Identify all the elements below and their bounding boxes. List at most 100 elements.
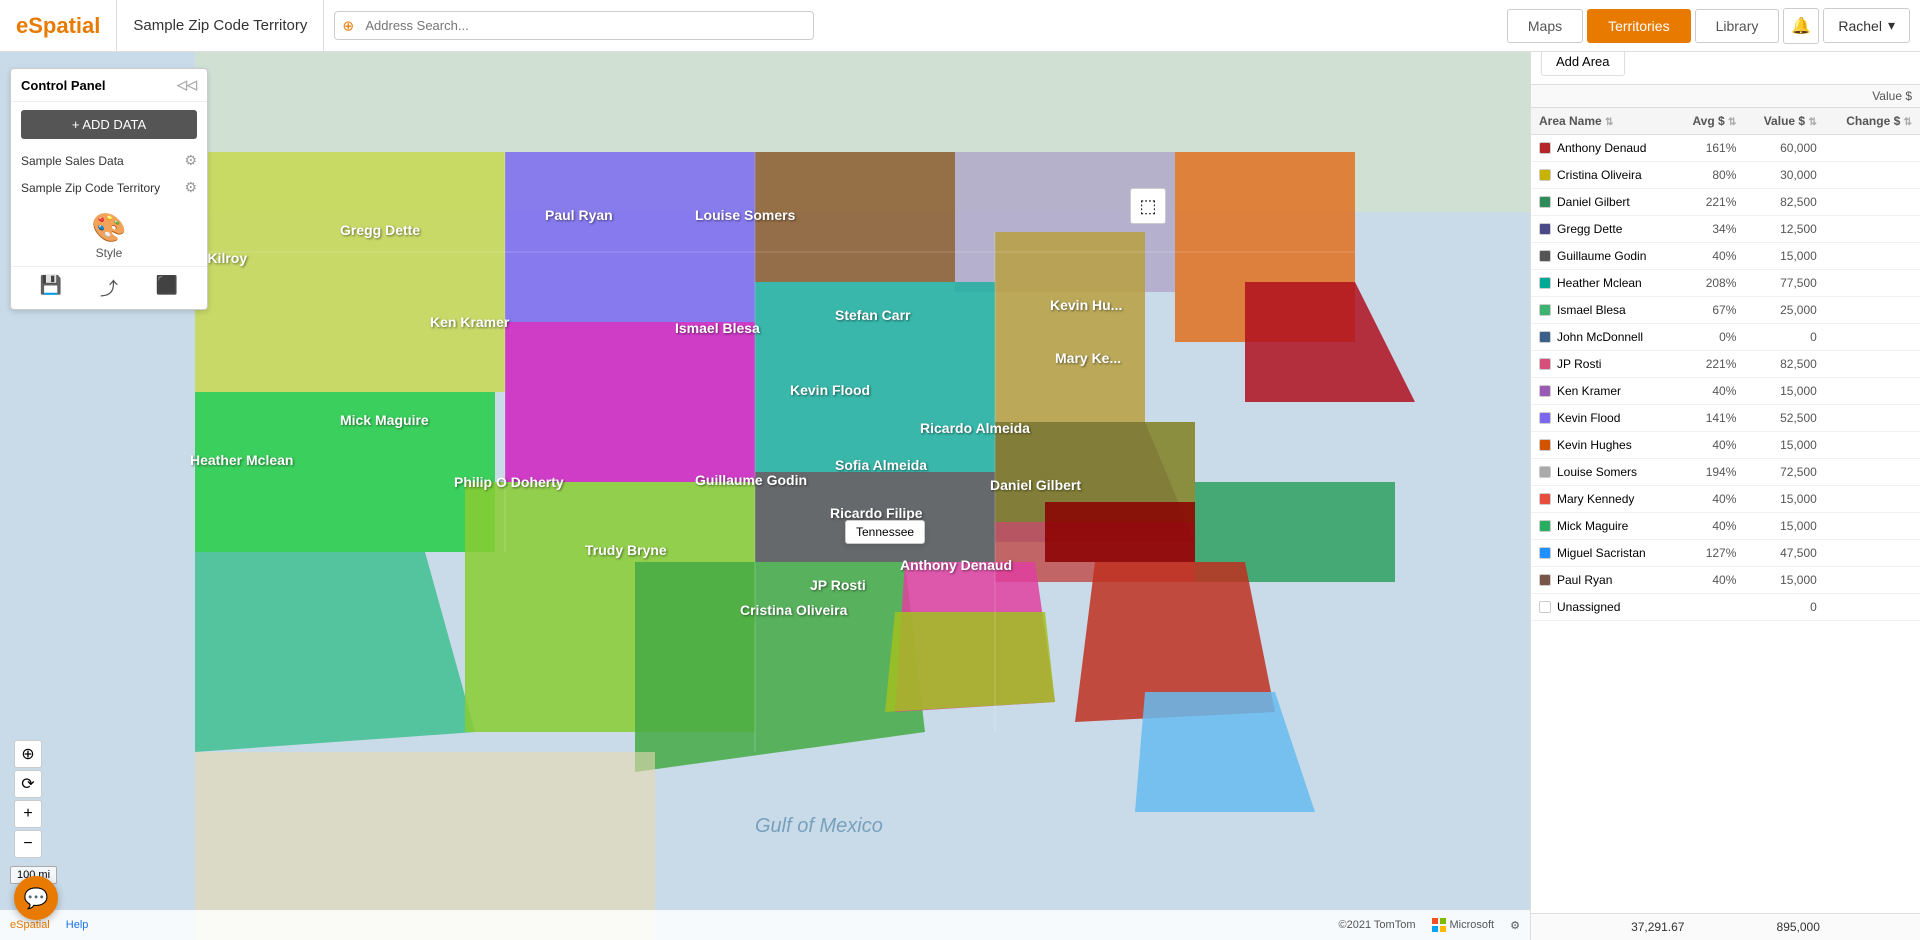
area-name-cell: JP Rosti bbox=[1531, 351, 1675, 378]
area-name-cell: John McDonnell bbox=[1531, 324, 1675, 351]
zoom-rotate-button[interactable]: ⟳ bbox=[14, 770, 42, 798]
table-row[interactable]: Cristina Oliveira80%30,000 bbox=[1531, 162, 1920, 189]
panel-bottom-icons: 💾 ⤴ ⬛ bbox=[11, 266, 207, 309]
area-change-cell bbox=[1825, 162, 1920, 189]
area-value-cell: 25,000 bbox=[1744, 297, 1824, 324]
settings-icon[interactable]: ⚙ bbox=[1510, 919, 1520, 932]
area-value-cell: 72,500 bbox=[1744, 459, 1824, 486]
area-change-cell bbox=[1825, 513, 1920, 540]
area-name-cell: Ismael Blesa bbox=[1531, 297, 1675, 324]
notification-bell-button[interactable]: 🔔 bbox=[1783, 8, 1819, 44]
zoom-out-button[interactable]: − bbox=[14, 830, 42, 858]
area-value-cell: 15,000 bbox=[1744, 243, 1824, 270]
zoom-in-icon: + bbox=[23, 805, 32, 823]
area-avg-cell: 40% bbox=[1675, 432, 1745, 459]
share-map-icon[interactable]: ⤴ bbox=[100, 275, 118, 301]
search-input[interactable] bbox=[334, 11, 814, 40]
sort-value-icon: ⇅ bbox=[1808, 117, 1816, 128]
sort-change-icon: ⇅ bbox=[1904, 117, 1912, 128]
table-row[interactable]: Miguel Sacristan127%47,500 bbox=[1531, 540, 1920, 567]
area-avg-cell: 40% bbox=[1675, 567, 1745, 594]
area-name-cell: Paul Ryan bbox=[1531, 567, 1675, 594]
layer-sample-sales-settings-icon[interactable]: ⚙ bbox=[184, 152, 197, 169]
table-row[interactable]: Unassigned0 bbox=[1531, 594, 1920, 621]
col-change[interactable]: Change $ ⇅ bbox=[1825, 108, 1920, 135]
area-avg-cell: 127% bbox=[1675, 540, 1745, 567]
area-change-cell bbox=[1825, 405, 1920, 432]
col-area-name[interactable]: Area Name ⇅ bbox=[1531, 108, 1675, 135]
table-row[interactable]: JP Rosti221%82,500 bbox=[1531, 351, 1920, 378]
user-name-label: Rachel bbox=[1838, 18, 1882, 34]
table-row[interactable]: Daniel Gilbert221%82,500 bbox=[1531, 189, 1920, 216]
layer-sample-zip-label: Sample Zip Code Territory bbox=[21, 181, 160, 195]
svg-text:Gulf of Mexico: Gulf of Mexico bbox=[755, 815, 883, 837]
layer-sample-zip-settings-icon[interactable]: ⚙ bbox=[184, 179, 197, 196]
col-value[interactable]: Value $ ⇅ bbox=[1744, 108, 1824, 135]
chevron-down-icon: ▾ bbox=[1888, 17, 1895, 34]
table-row[interactable]: Paul Ryan40%15,000 bbox=[1531, 567, 1920, 594]
table-row[interactable]: Kevin Flood141%52,500 bbox=[1531, 405, 1920, 432]
area-change-cell bbox=[1825, 135, 1920, 162]
areas-tbody: Anthony Denaud161%60,000Cristina Oliveir… bbox=[1531, 135, 1920, 621]
area-change-cell bbox=[1825, 216, 1920, 243]
style-label: Style bbox=[96, 246, 123, 260]
compass-icon: ⟳ bbox=[21, 774, 34, 794]
table-row[interactable]: Guillaume Godin40%15,000 bbox=[1531, 243, 1920, 270]
zoom-controls: ⊕ ⟳ + − bbox=[14, 740, 42, 860]
add-data-button[interactable]: + ADD DATA bbox=[21, 110, 197, 139]
area-value-cell: 15,000 bbox=[1744, 513, 1824, 540]
table-row[interactable]: Gregg Dette34%12,500 bbox=[1531, 216, 1920, 243]
table-row[interactable]: Ken Kramer40%15,000 bbox=[1531, 378, 1920, 405]
area-value-cell: 12,500 bbox=[1744, 216, 1824, 243]
export-map-icon[interactable]: ⬛ bbox=[156, 275, 178, 301]
table-row[interactable]: Mick Maguire40%15,000 bbox=[1531, 513, 1920, 540]
area-change-cell bbox=[1825, 459, 1920, 486]
area-change-cell bbox=[1825, 594, 1920, 621]
area-change-cell bbox=[1825, 351, 1920, 378]
territory-tooltip: Tennessee bbox=[845, 520, 925, 544]
area-change-cell bbox=[1825, 378, 1920, 405]
header-nav: Maps Territories Library 🔔 Rachel ▾ bbox=[1507, 8, 1920, 44]
footer-bar: eSpatial Help ©2021 TomTom Microsoft ⚙ bbox=[0, 910, 1530, 940]
user-menu-button[interactable]: Rachel ▾ bbox=[1823, 8, 1910, 43]
lasso-tool-button[interactable]: ⬚ bbox=[1130, 188, 1166, 224]
area-value-cell: 77,500 bbox=[1744, 270, 1824, 297]
help-footer-link[interactable]: Help bbox=[66, 919, 89, 931]
table-row[interactable]: Anthony Denaud161%60,000 bbox=[1531, 135, 1920, 162]
chat-button[interactable]: 💬 bbox=[14, 876, 58, 920]
zoom-out-icon: − bbox=[23, 835, 32, 853]
collapse-panel-icon[interactable]: ◁◁ bbox=[177, 77, 197, 93]
espatial-footer-link[interactable]: eSpatial bbox=[10, 919, 50, 931]
area-avg-cell: 67% bbox=[1675, 297, 1745, 324]
area-name-cell: Miguel Sacristan bbox=[1531, 540, 1675, 567]
logo[interactable]: eSpatial bbox=[0, 0, 117, 51]
zoom-in-button[interactable]: + bbox=[14, 800, 42, 828]
library-nav-button[interactable]: Library bbox=[1695, 9, 1780, 43]
territories-nav-button[interactable]: Territories bbox=[1587, 9, 1690, 43]
table-row[interactable]: Kevin Hughes40%15,000 bbox=[1531, 432, 1920, 459]
area-value-cell: 15,000 bbox=[1744, 432, 1824, 459]
sort-area-name-icon: ⇅ bbox=[1605, 117, 1613, 128]
table-row[interactable]: Ismael Blesa67%25,000 bbox=[1531, 297, 1920, 324]
table-row[interactable]: John McDonnell0%0 bbox=[1531, 324, 1920, 351]
area-avg-cell: 40% bbox=[1675, 513, 1745, 540]
table-row[interactable]: Louise Somers194%72,500 bbox=[1531, 459, 1920, 486]
area-change-cell bbox=[1825, 567, 1920, 594]
areas-table-wrap[interactable]: Value $ Area Name ⇅ Avg $ ⇅ Value $ ⇅ bbox=[1531, 85, 1920, 913]
header: eSpatial Sample Zip Code Territory Maps … bbox=[0, 0, 1920, 52]
maps-nav-button[interactable]: Maps bbox=[1507, 9, 1583, 43]
areas-table: Value $ Area Name ⇅ Avg $ ⇅ Value $ ⇅ bbox=[1531, 85, 1920, 621]
zoom-fit-button[interactable]: ⊕ bbox=[14, 740, 42, 768]
area-value-cell: 0 bbox=[1744, 594, 1824, 621]
save-map-icon[interactable]: 💾 bbox=[40, 275, 62, 301]
table-row[interactable]: Mary Kennedy40%15,000 bbox=[1531, 486, 1920, 513]
area-avg-cell bbox=[1675, 594, 1745, 621]
table-row[interactable]: Heather Mclean208%77,500 bbox=[1531, 270, 1920, 297]
area-name-cell: Mary Kennedy bbox=[1531, 486, 1675, 513]
microsoft-logo: Microsoft bbox=[1432, 918, 1495, 932]
area-name-cell: Mick Maguire bbox=[1531, 513, 1675, 540]
sort-avg-icon: ⇅ bbox=[1728, 117, 1736, 128]
area-change-cell bbox=[1825, 270, 1920, 297]
col-avg[interactable]: Avg $ ⇅ bbox=[1675, 108, 1745, 135]
zoom-fit-icon: ⊕ bbox=[21, 744, 34, 764]
